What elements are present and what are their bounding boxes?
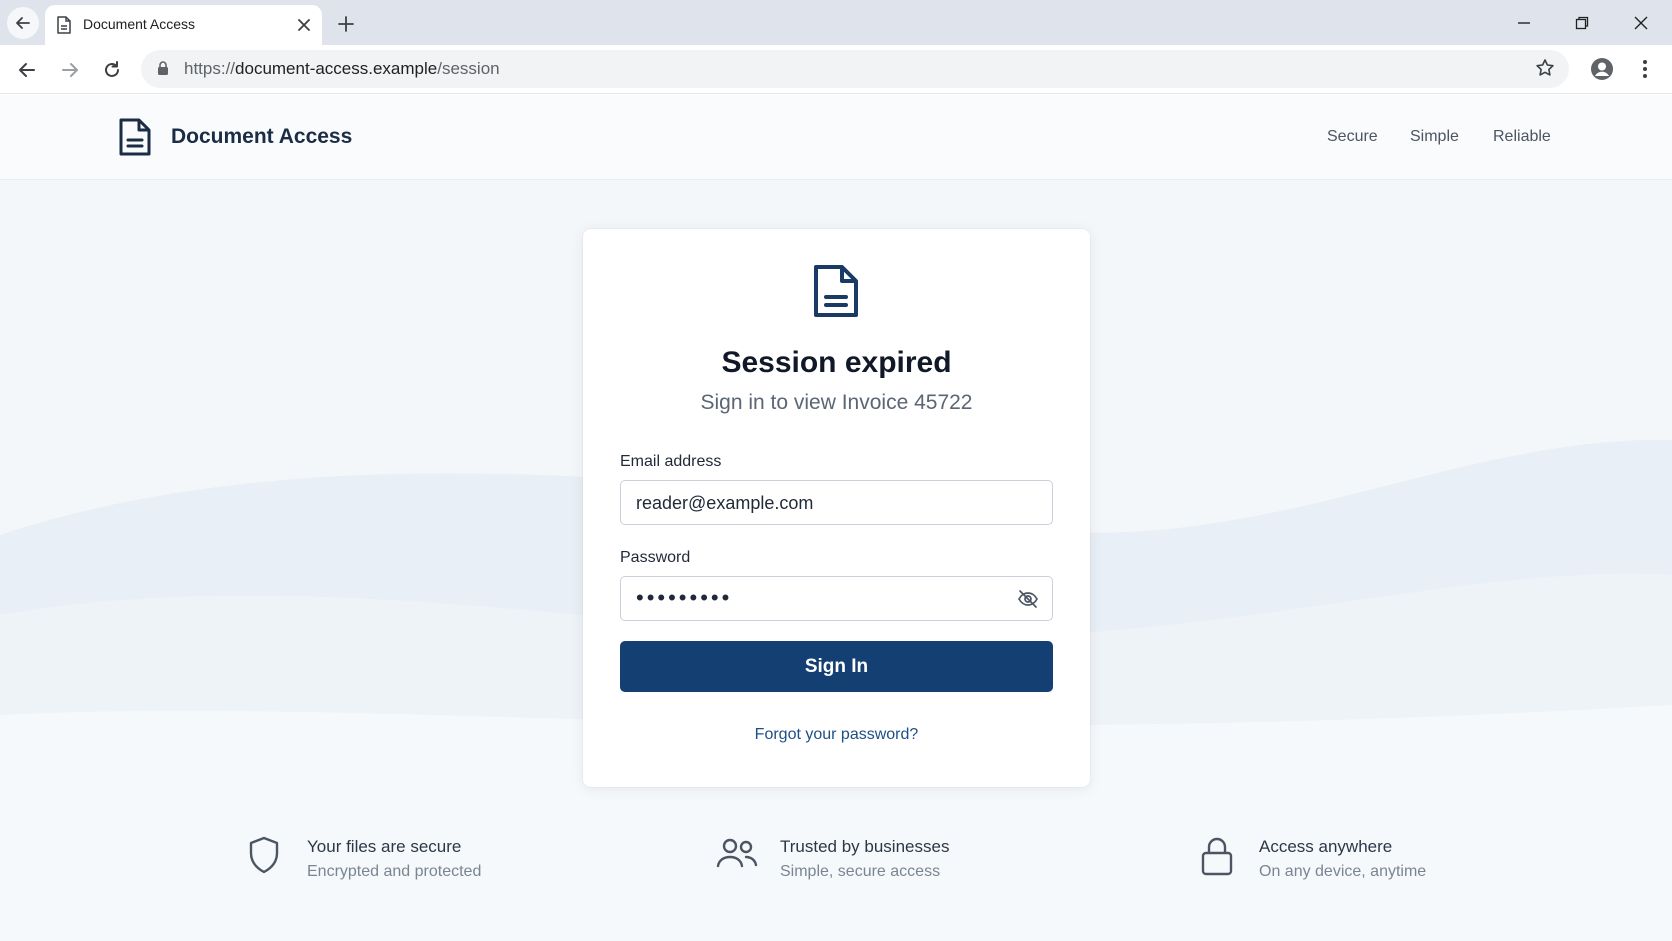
- minimize-button[interactable]: [1501, 8, 1547, 38]
- shield-icon: [249, 836, 279, 874]
- close-icon: [298, 19, 310, 31]
- feature-desc: On any device, anytime: [1259, 863, 1427, 880]
- feature-title: Access anywhere: [1259, 837, 1393, 856]
- url-scheme: https://: [184, 59, 236, 78]
- feature-title: Your files are secure: [307, 837, 462, 856]
- tab-title: Document Access: [83, 16, 196, 32]
- email-label: Email address: [620, 453, 722, 470]
- profile-button[interactable]: [1587, 54, 1617, 84]
- page: Document Access Secure Simple Reliable S…: [0, 95, 1672, 941]
- lock-icon: [158, 61, 168, 75]
- card-title: Session expired: [721, 346, 952, 379]
- document-icon: [57, 16, 71, 34]
- password-value: •••••••••: [636, 585, 733, 610]
- email-field[interactable]: reader@example.com: [620, 480, 1053, 525]
- feature-desc: Simple, secure access: [780, 863, 941, 880]
- feature-title: Trusted by businesses: [780, 837, 950, 856]
- site-header: Document Access Secure Simple Reliable: [0, 95, 1672, 180]
- document-icon: [119, 118, 151, 156]
- browser-menu-button[interactable]: [1630, 54, 1660, 84]
- nav-link-reliable[interactable]: Reliable: [1493, 128, 1551, 146]
- new-tab-button[interactable]: [334, 12, 358, 36]
- reload-button[interactable]: [96, 54, 128, 86]
- arrow-left-icon: [19, 63, 35, 77]
- close-icon: [1634, 16, 1648, 30]
- arrow-right-icon: [62, 63, 78, 77]
- more-vert-icon: [1643, 60, 1647, 78]
- address-bar[interactable]: https://document-access.example/session: [141, 50, 1569, 88]
- back-button[interactable]: [11, 54, 43, 86]
- forgot-password-link[interactable]: Forgot your password?: [583, 726, 1090, 744]
- eye-off-icon[interactable]: [1017, 589, 1039, 609]
- url-host: document-access.example: [235, 59, 438, 78]
- nav-link-secure[interactable]: Secure: [1327, 128, 1378, 146]
- minimize-icon: [1518, 22, 1530, 24]
- password-field[interactable]: •••••••••: [620, 576, 1053, 621]
- plus-icon: [338, 16, 354, 32]
- signin-card: Session expired Sign in to view Invoice …: [583, 229, 1090, 787]
- url-path: /session: [437, 59, 500, 78]
- tab-search-button[interactable]: [7, 7, 39, 39]
- lock-icon: [1201, 837, 1233, 876]
- reload-icon: [105, 61, 119, 77]
- sign-in-button[interactable]: Sign In: [620, 641, 1053, 692]
- nav-link-simple[interactable]: Simple: [1410, 128, 1459, 146]
- forward-button[interactable]: [54, 54, 86, 86]
- browser-tab-bar: Document Access: [0, 0, 1672, 45]
- restore-button[interactable]: [1559, 8, 1605, 38]
- brand-name[interactable]: Document Access: [171, 125, 352, 149]
- password-label: Password: [620, 549, 691, 566]
- card-subtitle: Sign in to view Invoice 45722: [700, 391, 973, 414]
- browser-tab[interactable]: Document Access: [45, 5, 322, 45]
- account-icon: [1591, 58, 1613, 80]
- email-value: reader@example.com: [636, 493, 814, 513]
- star-icon[interactable]: [1535, 58, 1555, 78]
- document-icon: [814, 265, 858, 317]
- url-text: https://document-access.example/session: [184, 59, 500, 79]
- close-window-button[interactable]: [1618, 8, 1664, 38]
- feature-desc: Encrypted and protected: [307, 863, 482, 880]
- restore-icon: [1575, 16, 1589, 30]
- arrow-left-icon: [16, 17, 30, 29]
- tab-close-button[interactable]: [294, 15, 314, 35]
- browser-toolbar: https://document-access.example/session: [0, 45, 1672, 94]
- users-icon: [716, 838, 758, 868]
